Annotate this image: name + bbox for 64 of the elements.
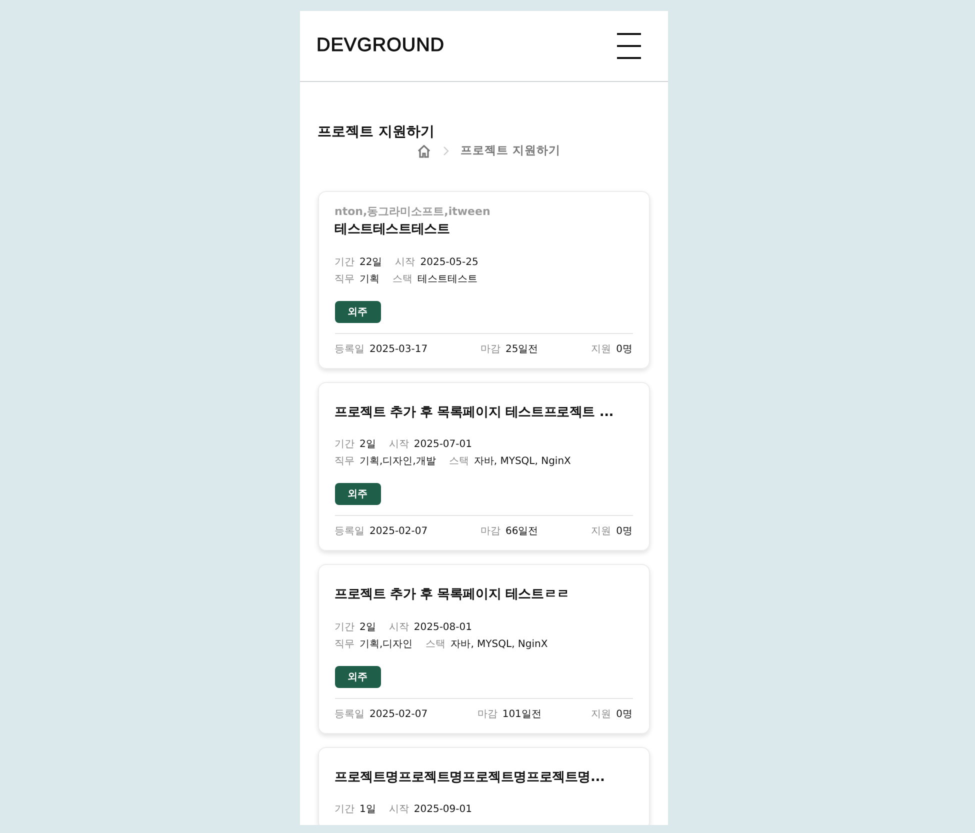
- footer-label: 마감: [477, 708, 498, 721]
- footer-value: 66일전: [506, 525, 538, 538]
- project-card[interactable]: 프로젝트명프로젝트명프로젝트명프로젝트명... 기간 1일 시작 2025-09-01: [318, 746, 650, 825]
- info-label: 직무: [334, 272, 354, 287]
- info-value: 2025-09-01: [414, 803, 472, 818]
- info-value: 2일: [360, 620, 376, 635]
- project-card[interactable]: 프로젝트 추가 후 목록페이지 테스트ㄹㄹ 기간 2일 시작 2025-08-01 직무 기획,디자인 스택 자바, MYSQL, NginX 외주 등록일 2025-02-07 마감 101일전 지원 0명: [318, 564, 650, 734]
- info-value: 2025-08-01: [414, 620, 472, 635]
- chevron-icon: [442, 146, 448, 156]
- breadcrumb-item[interactable]: 프로젝트 지원하기: [460, 143, 561, 158]
- info-value: 기획,디자인,개발: [360, 455, 436, 470]
- info-label: 시작: [388, 803, 409, 818]
- info-value: 자바, MYSQL, NginX: [450, 638, 548, 652]
- info-value: 기획,디자인: [360, 638, 413, 652]
- footer-value: 2025-02-07: [370, 708, 428, 721]
- info-value: 2025-07-01: [414, 438, 472, 452]
- footer-value: 2025-02-07: [370, 525, 428, 538]
- info-value: 1일: [360, 803, 376, 818]
- footer-value: 0명: [616, 525, 632, 538]
- info-label: 직무: [334, 638, 354, 652]
- type-tag: 외주: [334, 666, 380, 688]
- info-value: 기획: [360, 272, 380, 287]
- info-label: 스택: [448, 455, 469, 470]
- info-label: 기간: [334, 256, 354, 270]
- footer-label: 등록일: [334, 342, 364, 356]
- info-value: 22일: [360, 256, 382, 270]
- type-tag: 외주: [334, 483, 380, 506]
- footer-label: 지원: [591, 708, 612, 721]
- home-icon[interactable]: [416, 144, 430, 158]
- footer-value: 0명: [616, 708, 632, 721]
- info-label: 시작: [395, 256, 416, 270]
- info-value: 테스트테스트: [418, 272, 478, 287]
- info-value: 자바, MYSQL, NginX: [474, 455, 571, 470]
- menu-icon[interactable]: [616, 33, 640, 59]
- project-title: 프로젝트 추가 후 목록페이지 테스트ㄹㄹ: [334, 586, 570, 604]
- footer-label: 등록일: [334, 525, 364, 538]
- footer-value: 0명: [616, 342, 632, 356]
- info-label: 시작: [388, 620, 409, 635]
- footer-value: 101일전: [502, 708, 542, 721]
- info-label: 직무: [334, 455, 354, 470]
- info-label: 기간: [334, 620, 354, 635]
- footer-value: 25일전: [506, 342, 538, 356]
- footer-value: 2025-03-17: [370, 342, 428, 356]
- info-label: 시작: [388, 438, 409, 452]
- info-value: 2025-05-25: [420, 256, 478, 270]
- info-label: 스택: [392, 272, 412, 287]
- info-label: 기간: [334, 438, 354, 452]
- project-title: 프로젝트 추가 후 목록페이지 테스트프로젝트 ...: [334, 404, 615, 422]
- logo[interactable]: DEVGROUND: [316, 35, 445, 57]
- project-card[interactable]: 프로젝트 추가 후 목록페이지 테스트프로젝트 ... 기간 2일 시작 2025-07-01 직무 기획,디자인,개발 스택 자바, MYSQL, NginX 외주 등록일 2025-02-07 마감 66일전 지원 0명: [318, 382, 650, 552]
- type-tag: 외주: [334, 300, 380, 323]
- footer-label: 지원: [591, 525, 612, 538]
- footer-label: 지원: [591, 342, 612, 356]
- project-title: 프로젝트명프로젝트명프로젝트명프로젝트명...: [334, 768, 606, 786]
- info-value: 2일: [360, 438, 376, 452]
- footer-label: 마감: [480, 525, 500, 538]
- project-title: 테스트테스트테스트: [334, 221, 451, 239]
- footer-label: 등록일: [334, 708, 364, 721]
- project-card[interactable]: nton,동그라미소프트,itween 테스트테스트테스트 기간 22일 시작 2025-05-25 직무 기획 스택 테스트테스트 외주 등록일 2025-03-17 마감 25일전 지원 0명: [318, 191, 650, 369]
- footer-label: 마감: [480, 342, 500, 356]
- info-label: 기간: [334, 803, 354, 818]
- company-names: nton,동그라미소프트,itween: [334, 205, 492, 220]
- page-title: 프로젝트 지원하기: [318, 123, 436, 141]
- info-label: 스택: [426, 638, 446, 652]
